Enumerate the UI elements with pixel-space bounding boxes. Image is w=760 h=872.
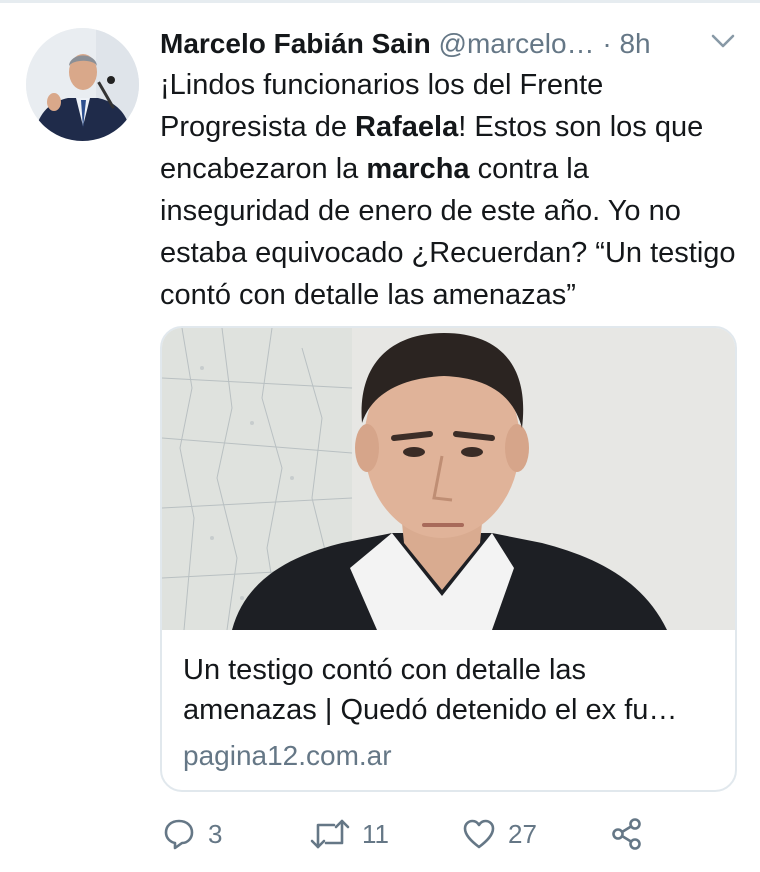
author-handle[interactable]: @marcelo… bbox=[439, 28, 595, 59]
share-icon bbox=[612, 818, 641, 850]
chevron-down-icon[interactable] bbox=[708, 26, 738, 56]
reply-button[interactable]: 3 bbox=[162, 812, 222, 856]
tweet-text-bold: Rafaela bbox=[355, 111, 459, 143]
card-image bbox=[162, 328, 735, 631]
avatar[interactable] bbox=[26, 28, 139, 141]
link-card[interactable]: Un testigo contó con detalle las amenaza… bbox=[160, 326, 737, 792]
top-divider bbox=[0, 0, 760, 3]
share-button[interactable] bbox=[610, 812, 644, 856]
tweet-text-bold: marcha bbox=[366, 153, 470, 185]
avatar-photo bbox=[26, 28, 139, 141]
retweet-icon bbox=[310, 819, 350, 849]
separator-dot: · bbox=[602, 28, 612, 59]
tweet-text: ¡Lindos funcionarios los del Frente Prog… bbox=[160, 64, 745, 316]
retweet-button[interactable]: 11 bbox=[310, 812, 389, 856]
tweet-header: Marcelo Fabián Sain @marcelo… · 8h bbox=[160, 24, 750, 64]
like-button[interactable]: 27 bbox=[462, 812, 537, 856]
card-domain: pagina12.com.ar bbox=[183, 740, 392, 771]
tweet-actions: 3 11 27 bbox=[160, 812, 720, 856]
tweet-timestamp[interactable]: 8h bbox=[619, 28, 650, 59]
reply-icon bbox=[164, 819, 194, 850]
card-title[interactable]: Un testigo contó con detalle las amenaza… bbox=[183, 650, 718, 730]
heart-icon bbox=[463, 819, 495, 849]
author-name[interactable]: Marcelo Fabián Sain bbox=[160, 28, 431, 59]
retweet-count: 11 bbox=[362, 818, 389, 849]
reply-count: 3 bbox=[208, 818, 223, 849]
like-count: 27 bbox=[508, 818, 537, 849]
